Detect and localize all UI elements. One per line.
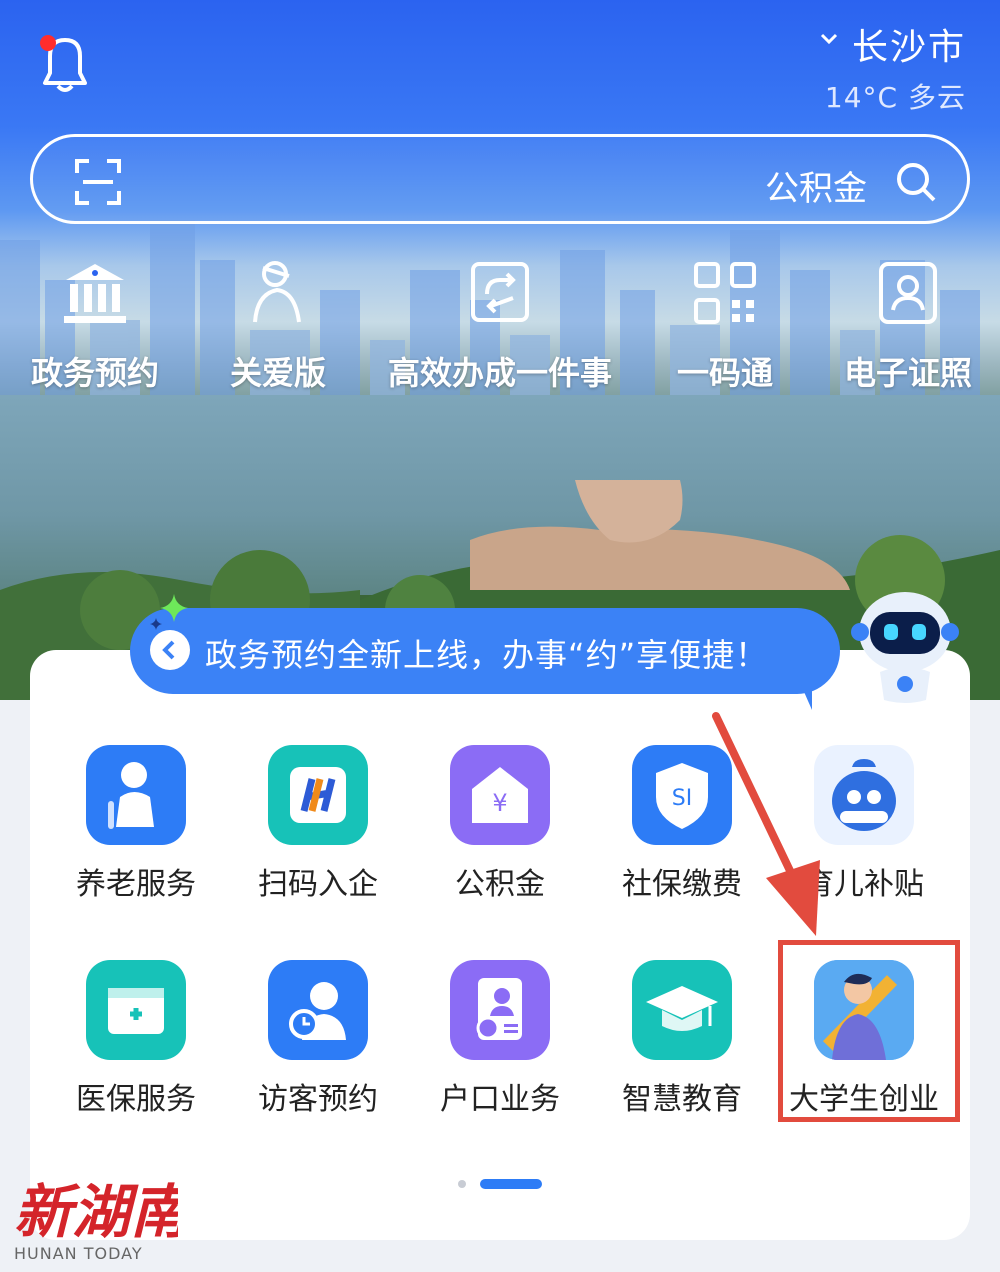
service-label: 户口业务	[440, 1082, 560, 1117]
service-label: 公积金	[455, 867, 545, 902]
service-elderly-care[interactable]: 养老服务	[56, 745, 216, 903]
quick-link-one-thing[interactable]: 高效办成一件事	[388, 258, 612, 394]
service-visitor-appointment[interactable]: 访客预约	[238, 960, 398, 1118]
care-person-icon	[253, 261, 301, 323]
scan-enterprise-icon	[268, 745, 368, 845]
sparkle-icon	[150, 594, 188, 630]
qr-code-icon	[694, 262, 756, 324]
robot-assistant-icon[interactable]	[850, 590, 960, 710]
banner-arrow-button[interactable]	[150, 630, 190, 670]
service-label: 智慧教育	[622, 1082, 742, 1117]
quick-link-one-code[interactable]: 一码通	[635, 258, 815, 394]
quick-link-label: 政务预约	[30, 354, 159, 392]
service-label: 养老服务	[76, 867, 196, 902]
search-icon[interactable]	[895, 161, 937, 203]
svg-text:SI: SI	[672, 786, 692, 811]
government-building-icon	[64, 264, 126, 323]
city-selector[interactable]: 长沙市	[852, 18, 966, 70]
service-scan-enterprise[interactable]: 扫码入企	[238, 745, 398, 903]
quick-link-care-version[interactable]: 关爱版	[188, 258, 368, 394]
service-medical-insurance[interactable]: 医保服务	[56, 960, 216, 1118]
watermark-subtitle: HUNAN TODAY	[14, 1244, 143, 1263]
graduation-cap-icon	[632, 960, 732, 1060]
house-fund-icon: ¥	[450, 745, 550, 845]
notification-bell-icon[interactable]	[30, 28, 100, 98]
weather-info: 14°C 多云	[824, 81, 966, 114]
household-register-icon	[450, 960, 550, 1060]
quick-link-label: 关爱版	[229, 354, 326, 392]
scan-icon[interactable]	[75, 159, 121, 205]
quick-link-appointment[interactable]: 政务预约	[5, 258, 185, 394]
banner-text: 政务预约全新上线，办事“约”享便捷！	[205, 636, 769, 674]
medical-insurance-icon	[86, 960, 186, 1060]
search-input[interactable]: 公积金	[765, 161, 867, 210]
service-label: 访客预约	[258, 1082, 378, 1117]
service-household-register[interactable]: 户口业务	[420, 960, 580, 1118]
elderly-care-icon	[86, 745, 186, 845]
chevron-down-icon[interactable]	[818, 28, 840, 50]
quick-link-label: 一码通	[676, 354, 773, 392]
id-card-icon	[879, 262, 937, 324]
page-indicator	[458, 1179, 542, 1189]
service-label: 医保服务	[76, 1082, 196, 1117]
service-smart-education[interactable]: 智慧教育	[602, 960, 762, 1118]
process-refresh-icon	[471, 262, 529, 322]
service-housing-fund[interactable]: ¥ 公积金	[420, 745, 580, 903]
highlight-box	[778, 940, 960, 1122]
chevron-left-icon	[162, 640, 175, 660]
quick-link-e-license[interactable]: 电子证照	[818, 258, 998, 394]
service-label: 扫码入企	[258, 867, 378, 902]
red-arrow-icon	[712, 712, 820, 936]
svg-text:新湖南: 新湖南	[14, 1178, 178, 1246]
quick-link-label: 高效办成一件事	[387, 354, 612, 392]
svg-text:¥: ¥	[492, 789, 507, 817]
search-bar[interactable]: 公积金	[30, 134, 970, 224]
quick-link-label: 电子证照	[843, 354, 972, 392]
visitor-appointment-icon	[268, 960, 368, 1060]
